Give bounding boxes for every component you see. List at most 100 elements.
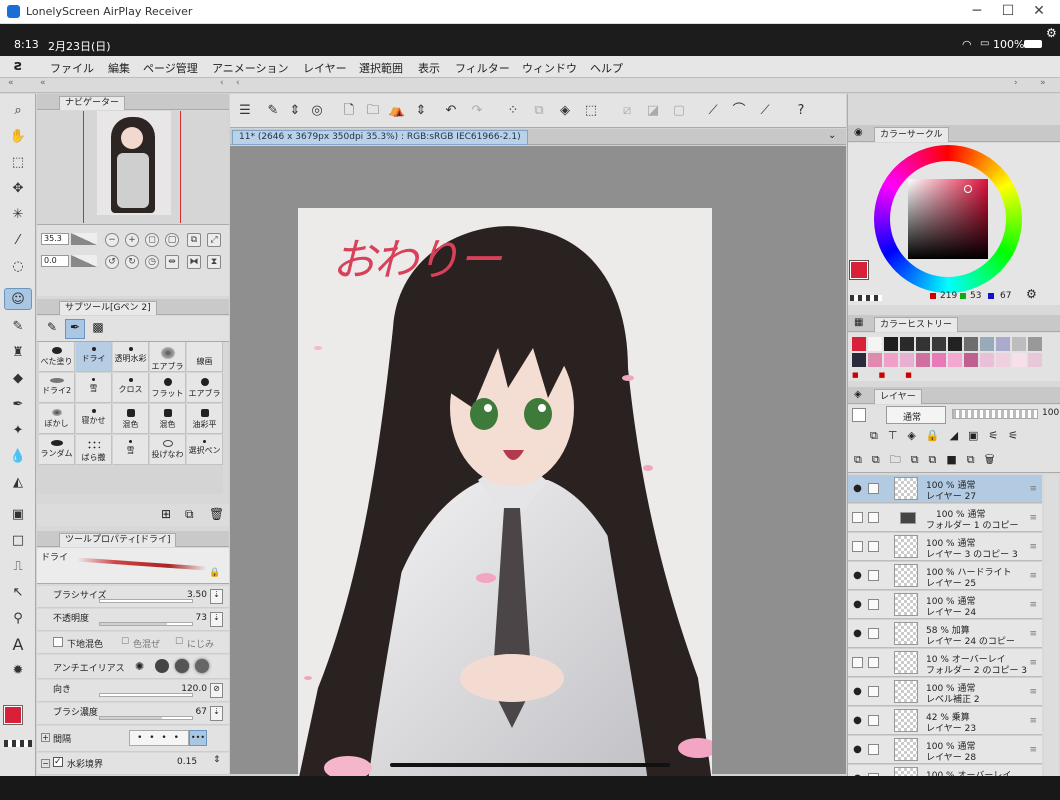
navigator-tab[interactable]: ナビゲーター	[59, 96, 126, 110]
redo-icon[interactable]: ↷	[468, 102, 486, 120]
collapse-right-icon[interactable]: »	[1040, 78, 1046, 88]
history-swatch[interactable]	[900, 337, 914, 351]
layer-row[interactable]: ●100 % オーバーレイレイヤー 22≡	[848, 765, 1042, 776]
blend-mode-select[interactable]: 通常	[886, 406, 946, 424]
subtool-tab[interactable]: サブツール[Gペン 2]	[59, 301, 157, 315]
color-circle-tab[interactable]: カラーサークル	[874, 127, 949, 142]
zoom-slider[interactable]	[71, 233, 97, 245]
canvas-area[interactable]: おわりー	[230, 146, 846, 776]
history-swatch[interactable]	[980, 337, 994, 351]
menu-selection[interactable]: 選択範囲	[359, 60, 403, 76]
drag-handle-icon[interactable]: ≡	[1029, 716, 1037, 726]
copy-selection-icon[interactable]: ⧉	[530, 102, 548, 120]
select-object-icon[interactable]: ↖	[4, 582, 32, 604]
layer-lock-checkbox[interactable]	[868, 744, 879, 755]
clear-outside-icon[interactable]: ◪	[644, 102, 662, 120]
auto-select-icon[interactable]: ✳	[4, 204, 32, 226]
density-dropdown-icon[interactable]: ⇣	[210, 706, 223, 721]
history-swatch[interactable]	[932, 353, 946, 367]
drag-handle-icon[interactable]: ≡	[1029, 484, 1037, 494]
antialias-weak-icon[interactable]	[155, 659, 169, 673]
brush-group-icon[interactable]: ✒	[65, 319, 85, 339]
decoration-tool-icon[interactable]: ✒	[4, 394, 32, 416]
menu-animation[interactable]: アニメーション	[212, 60, 289, 76]
subtool-item[interactable]: べた塗り	[39, 342, 75, 372]
transform-icon[interactable]: ⬚	[582, 102, 600, 120]
color-history-tab[interactable]: カラーヒストリー	[874, 317, 959, 332]
history-swatch[interactable]	[916, 337, 930, 351]
rotate-right-icon[interactable]: ↻	[125, 255, 139, 269]
subtool-item[interactable]: 雪	[76, 373, 112, 403]
flip-h-icon[interactable]: ⧓	[187, 255, 201, 269]
hand-tool-icon[interactable]: ✋	[4, 126, 32, 148]
subtool-item[interactable]: ぼかし	[39, 404, 75, 434]
history-swatch[interactable]	[1028, 337, 1042, 351]
layer-row[interactable]: ● 100 % ハードライト レイヤー 25 ≡	[848, 562, 1042, 590]
brush-tool-icon[interactable]: ☺	[4, 288, 32, 310]
saturation-square[interactable]	[908, 179, 988, 259]
reset-rotation-icon[interactable]: ◷	[145, 255, 159, 269]
subtool-item[interactable]: 選択ペン	[187, 435, 223, 465]
fill-selection-icon[interactable]: ◈	[556, 102, 574, 120]
home-indicator[interactable]	[390, 763, 670, 767]
density-row[interactable]: ブラシ濃度 67 ⇣	[37, 703, 229, 725]
under-color-checkbox[interactable]	[53, 637, 63, 647]
layer-row[interactable]: 100 % 通常 フォルダー 1 のコピー ≡	[848, 504, 1042, 532]
deselect-icon[interactable]: ⁘	[504, 102, 522, 120]
layer-lock-checkbox[interactable]	[868, 483, 879, 494]
transparent-chip[interactable]	[850, 295, 882, 301]
minimize-button[interactable]: ─	[962, 3, 992, 21]
color-settings-icon[interactable]: ⚙	[1026, 287, 1037, 301]
collapse-left-icon[interactable]: «	[8, 78, 14, 88]
layer-lock-checkbox[interactable]	[868, 657, 879, 668]
delete-subtool-icon[interactable]: 🗑	[209, 507, 224, 521]
subtool-item[interactable]: 線画	[187, 342, 223, 372]
drag-handle-icon[interactable]: ≡	[1029, 687, 1037, 697]
save-icon[interactable]: ⛺	[388, 102, 406, 120]
app-logo-icon[interactable]: ƨ	[14, 58, 22, 74]
stamp-tool-icon[interactable]: ♜	[4, 342, 32, 364]
actual-size-icon[interactable]: ▢	[165, 233, 179, 247]
brush-size-slider[interactable]	[99, 599, 193, 603]
blend-tool-icon[interactable]: 💧	[4, 446, 32, 468]
transparent-color-icon[interactable]	[4, 740, 32, 747]
bleed-icon[interactable]: ☐	[175, 637, 183, 647]
lasso-icon[interactable]: ◌	[4, 256, 32, 278]
drag-handle-icon[interactable]: ≡	[1029, 542, 1037, 552]
layer-lock-checkbox[interactable]	[868, 715, 879, 726]
maximize-button[interactable]: ☐	[993, 3, 1023, 21]
layer-lock-checkbox[interactable]	[868, 541, 879, 552]
artwork-canvas[interactable]: おわりー	[298, 208, 712, 776]
fit-screen-icon[interactable]: ⤢	[207, 233, 221, 247]
gear-icon[interactable]: ⚙	[1046, 26, 1057, 40]
antialias-none-icon[interactable]: ✺	[135, 660, 144, 673]
history-swatch[interactable]	[948, 337, 962, 351]
history-swatch[interactable]	[980, 353, 994, 367]
drag-handle-icon[interactable]: ≡	[1029, 745, 1037, 755]
visibility-eye-icon[interactable]: ●	[852, 744, 863, 755]
main-color-chip[interactable]	[849, 260, 869, 280]
interval-options[interactable]: • • • •	[129, 730, 189, 746]
layer-row[interactable]: ● 42 % 乗算 レイヤー 23 ≡	[848, 707, 1042, 735]
chevron-updown-icon[interactable]: ⇕	[286, 102, 304, 120]
chevron-updown-icon-2[interactable]: ⇕	[412, 102, 430, 120]
crop-icon[interactable]: ▢	[670, 102, 688, 120]
balloon-tool-icon[interactable]: ⚲	[4, 608, 32, 630]
history-swatch[interactable]	[852, 353, 866, 367]
layer-row[interactable]: ● 100 % 通常 レイヤー 28 ≡	[848, 736, 1042, 764]
watercolor-stepper-icon[interactable]: ⇕	[213, 755, 221, 765]
companion-icon[interactable]: ◎	[308, 102, 326, 120]
interval-selected-option[interactable]: •••	[189, 730, 207, 746]
history-swatch[interactable]	[884, 337, 898, 351]
layer-scrollbar[interactable]	[1044, 475, 1058, 776]
menu-help[interactable]: ヘルプ	[590, 60, 623, 76]
flip-v-icon[interactable]: ⧗	[207, 255, 221, 269]
visibility-eye-icon[interactable]: ●	[852, 715, 863, 726]
history-swatch[interactable]	[964, 337, 978, 351]
antialias-strong-icon[interactable]	[195, 659, 209, 673]
subtool-item[interactable]: クロス	[113, 373, 149, 403]
fill-tool-icon[interactable]: ◭	[4, 472, 32, 494]
layer-action-icons[interactable]: ⧉⧉🗀⧉⧉■⧉🗑	[854, 451, 1005, 470]
history-swatch[interactable]	[852, 337, 866, 351]
visibility-eye-icon[interactable]: ●	[852, 628, 863, 639]
